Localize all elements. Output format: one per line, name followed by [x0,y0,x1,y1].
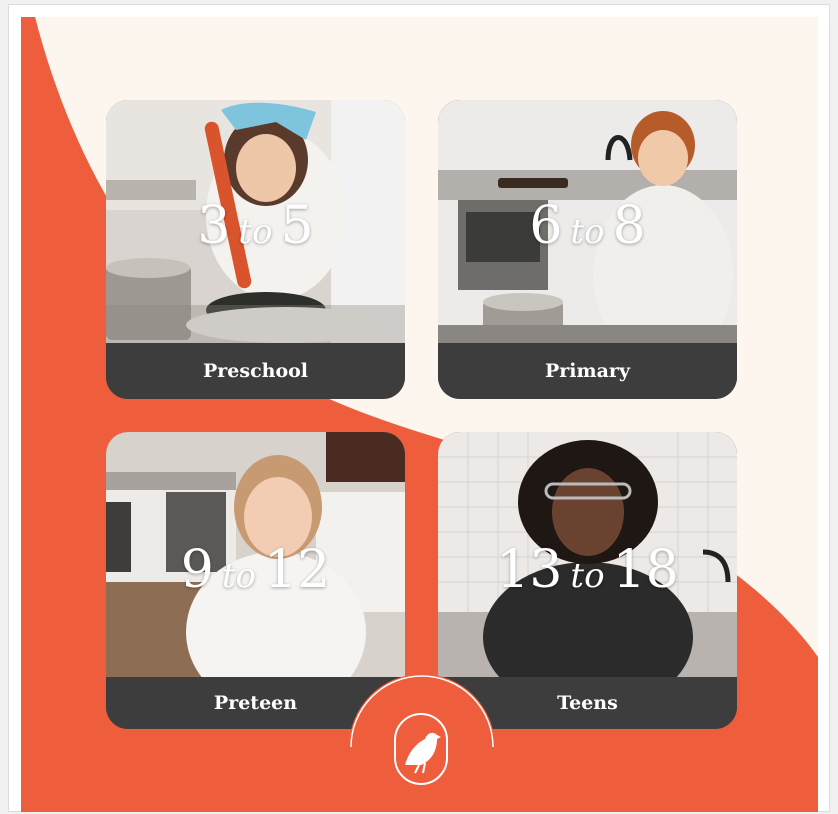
age-range: 3 to 5 [197,196,314,256]
card-label: Primary [438,343,737,399]
age-card-primary[interactable]: 6 to 8 Primary [438,100,737,399]
age-groups-panel: 3 to 5 Preschool 6 to 8 Primary 9 to 12 … [21,17,818,812]
brand-badge [349,659,495,812]
age-card-preschool[interactable]: 3 to 5 Preschool [106,100,405,399]
card-label: Preschool [106,343,405,399]
age-range: 6 to 8 [529,196,646,256]
age-range: 9 to 12 [180,540,331,600]
age-range: 13 to 18 [496,540,679,600]
